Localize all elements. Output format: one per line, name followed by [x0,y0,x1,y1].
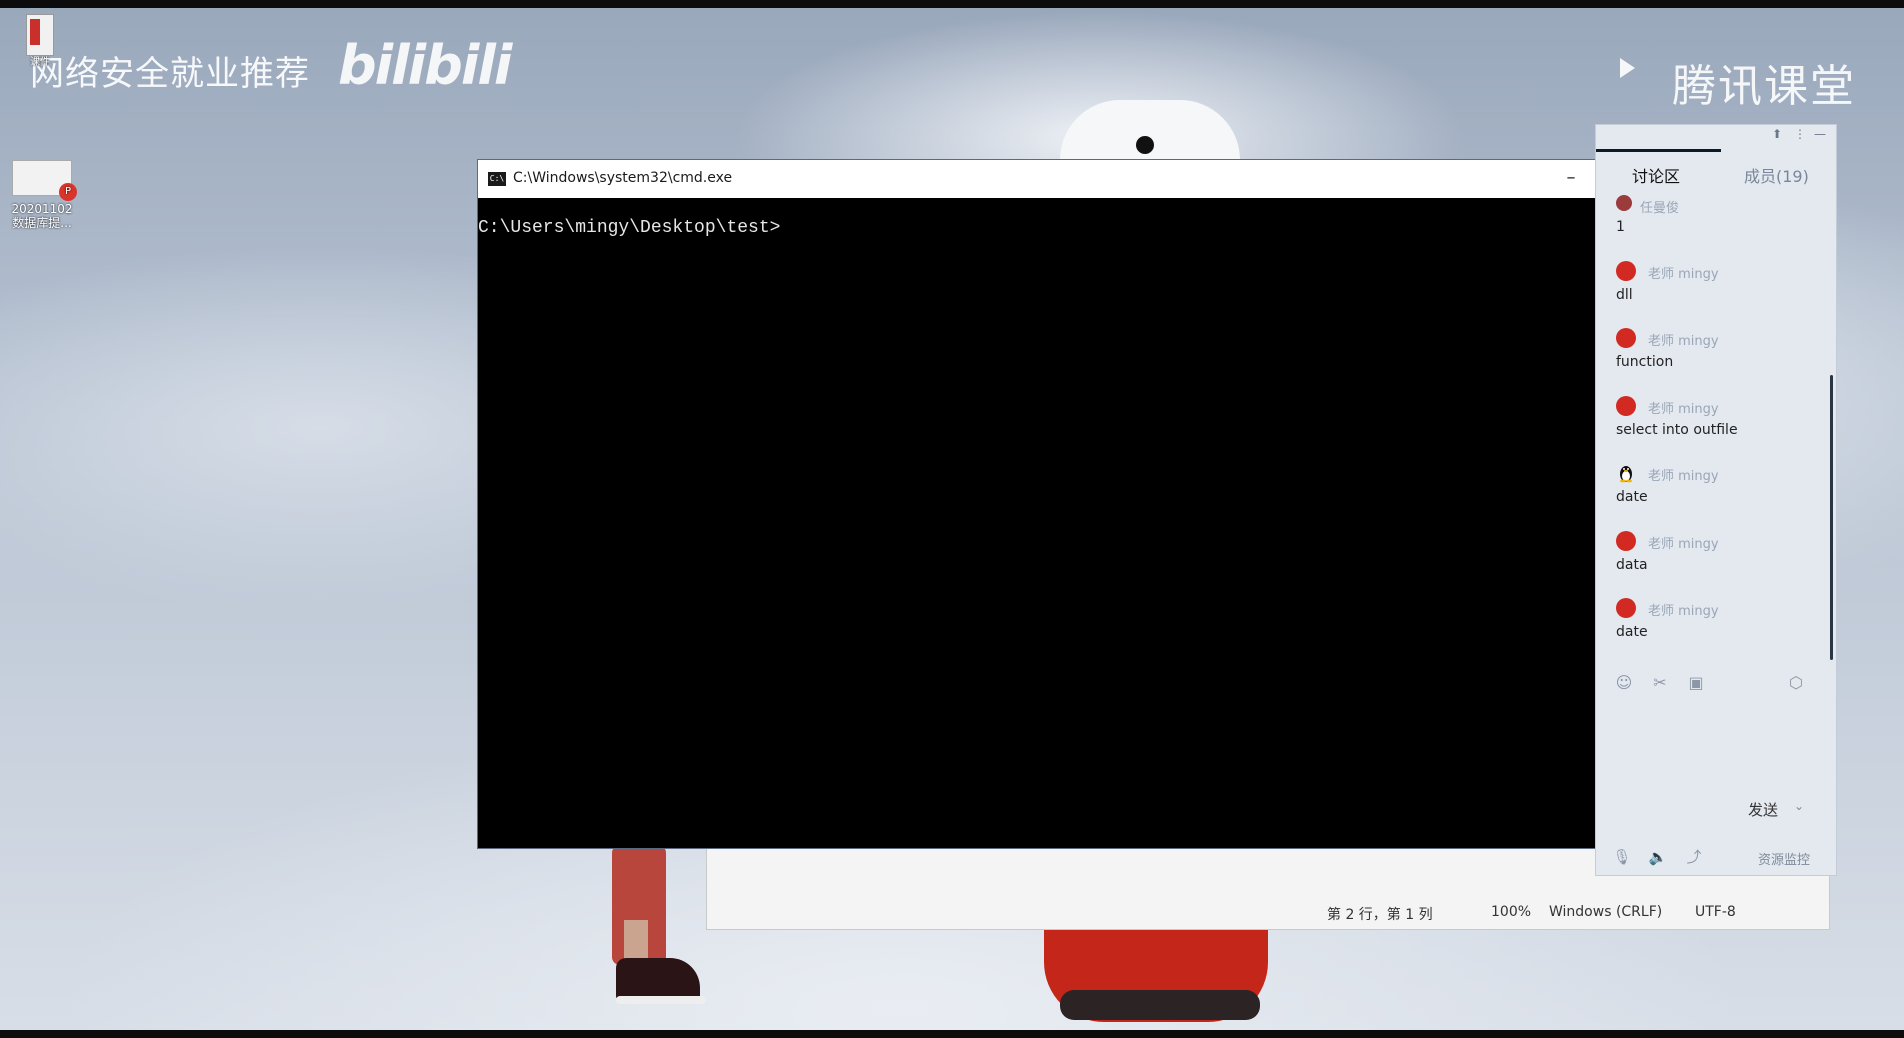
shortcut-file-icon [26,14,54,56]
watermark-left: 网络安全就业推荐 [30,54,310,94]
share-icon[interactable]: ⤴ [1684,847,1704,867]
chat-panel: ⬆ ⋮ — 讨论区 成员(19) 任曼俊 1 老师 mingy dll 老师 m… [1595,124,1837,876]
letterbox-top [0,0,1904,8]
minimize-icon[interactable]: — [1814,127,1826,141]
avatar [1616,531,1636,551]
message-text: date [1616,489,1648,505]
emoji-icon[interactable]: ☺ [1614,673,1634,693]
status-line-col: 第 2 行，第 1 列 [1327,907,1433,923]
cmd-app-icon: C:\ [488,172,506,186]
message-text: select into outfile [1616,422,1738,438]
message-text: 1 [1616,219,1625,235]
avatar [1616,328,1636,348]
pdf-file-icon: P [12,160,77,201]
status-line-ending: Windows (CRLF) [1549,904,1663,920]
message-sender: 老师 mingy [1648,267,1719,282]
chat-scrollbar[interactable] [1830,375,1833,660]
wallpaper-figure-shoe-sole [616,996,706,1004]
desktop-icon-courseware[interactable]: 课件 [18,14,62,70]
cmd-title: C:\Windows\system32\cmd.exe [513,170,733,186]
message-sender: 老师 mingy [1648,469,1719,484]
cmd-console[interactable]: C:\Users\mingy\Desktop\test> [478,198,1596,848]
tab-discussion[interactable]: 讨论区 [1632,163,1680,187]
status-zoom: 100% [1491,904,1532,920]
message-text: dll [1616,287,1633,303]
tab-active-indicator [1596,149,1721,152]
watermark-right: 腾讯课堂 [1672,61,1856,112]
minimize-button[interactable]: – [1556,164,1586,192]
message-sender: 任曼俊 [1640,201,1680,216]
cmd-prompt: C:\Users\mingy\Desktop\test> [478,218,781,238]
pin-icon[interactable]: ⬆ [1772,127,1782,141]
play-icon [1620,58,1635,78]
cmd-window[interactable]: C:\ C:\Windows\system32\cmd.exe – C:\Use… [477,159,1597,849]
wallpaper-red-figure-feet [1060,990,1260,1020]
avatar [1616,598,1636,618]
desktop-icon-label: 20201102 数据库提... [11,202,73,230]
avatar [1616,195,1632,211]
tab-members[interactable]: 成员(19) [1744,163,1809,187]
wallpaper-figure-eye [1136,136,1154,154]
avatar [1616,396,1636,416]
message-text: date [1616,624,1648,640]
microphone-icon[interactable]: 🎙 [1612,847,1632,867]
penguin-avatar-icon [1616,463,1636,483]
image-icon[interactable]: ▣ [1686,673,1706,693]
more-icon[interactable]: ⋮ [1794,127,1806,141]
message-sender: 老师 mingy [1648,334,1719,349]
speaker-icon[interactable]: 🔈 [1648,847,1668,867]
tab-label: 成员(19) [1744,167,1809,186]
avatar [1616,261,1636,281]
message-text: function [1616,354,1674,370]
send-button[interactable]: 发送 [1748,799,1778,820]
message-text: data [1616,557,1648,573]
desktop-icon-label: 课件 [30,57,50,68]
message-sender: 老师 mingy [1648,537,1719,552]
chevron-down-icon[interactable]: ⌄ [1794,799,1804,813]
tab-label: 讨论区 [1632,167,1681,186]
watermark-bilibili-logo: bilibili [338,34,512,97]
settings-hex-icon[interactable]: ⬡ [1786,673,1806,693]
message-sender: 老师 mingy [1648,402,1719,417]
cmd-titlebar[interactable]: C:\ C:\Windows\system32\cmd.exe – [478,160,1596,198]
letterbox-bottom [0,1030,1904,1038]
scissors-icon[interactable]: ✂ [1650,673,1670,693]
desktop-icon-pdf[interactable]: P 20201102 数据库提... [4,160,80,230]
message-sender: 老师 mingy [1648,604,1719,619]
resource-monitor-link[interactable]: 资源监控 [1758,849,1810,868]
status-encoding: UTF-8 [1695,904,1736,920]
